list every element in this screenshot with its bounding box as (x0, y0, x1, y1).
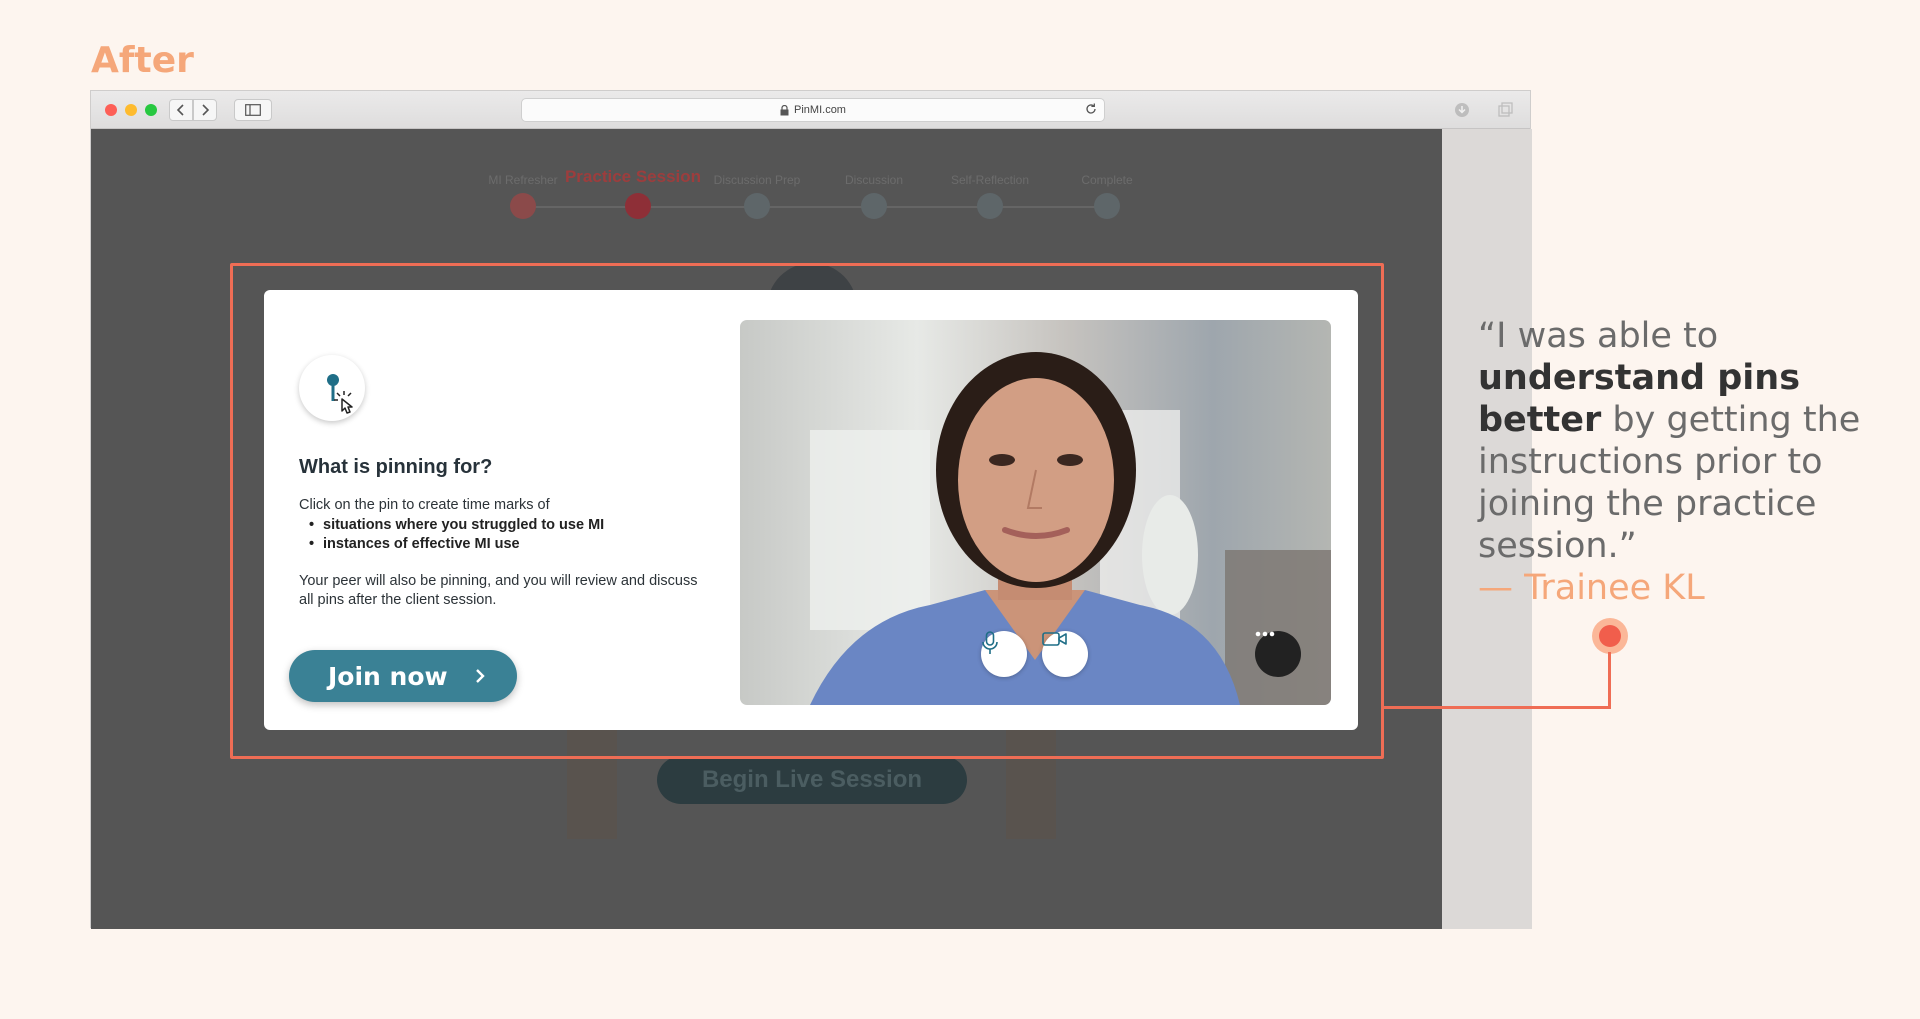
begin-live-session-button[interactable]: Begin Live Session (657, 756, 967, 804)
chevron-right-icon (202, 104, 210, 116)
video-camera-icon (1042, 632, 1067, 646)
chevron-right-icon (475, 669, 485, 683)
lock-icon (780, 104, 789, 115)
connector-line-vertical (1608, 652, 1611, 709)
join-now-label: Join now (328, 661, 448, 691)
step-dot-discussion-prep (744, 193, 770, 219)
step-label-mi-refresher: MI Refresher (488, 173, 558, 187)
more-options-icon (1255, 631, 1275, 637)
url-text: PinMI.com (794, 104, 846, 116)
modal-bullet-list: situations where you struggled to use MI… (309, 516, 604, 554)
testimonial-quote: “I was able to understand pins better by… (1478, 315, 1878, 609)
step-label-practice-session: Practice Session (564, 167, 702, 186)
modal-peer-text: Your peer will also be pinning, and you … (299, 573, 698, 608)
minimize-window-button[interactable] (125, 104, 137, 116)
step-dot-mi-refresher (510, 193, 536, 219)
video-preview (740, 320, 1331, 705)
stepper-track (523, 206, 1103, 208)
modal-title: What is pinning for? (299, 456, 493, 478)
pinning-intro-modal: What is pinning for? Click on the pin to… (264, 290, 1358, 730)
microphone-button[interactable] (981, 631, 1027, 677)
microphone-icon (982, 631, 998, 654)
browser-toolbar: PinMI.com (91, 91, 1530, 129)
more-options-button[interactable] (1255, 631, 1301, 677)
zoom-window-button[interactable] (145, 104, 157, 116)
sidebar-icon (245, 104, 261, 116)
step-dot-self-reflection (977, 193, 1003, 219)
download-icon[interactable] (1453, 101, 1471, 119)
step-dot-practice-session (625, 193, 651, 219)
pin-badge (299, 355, 365, 421)
join-now-button[interactable]: Join now (289, 650, 517, 702)
close-window-button[interactable] (105, 104, 117, 116)
reload-icon[interactable] (1084, 102, 1098, 116)
connector-line-horizontal (1384, 706, 1611, 709)
step-label-self-reflection: Self-Reflection (950, 173, 1030, 187)
page-label: After (91, 40, 194, 81)
participant-video-image (810, 352, 1331, 705)
address-bar[interactable]: PinMI.com (521, 98, 1105, 122)
quote-author: — Trainee KL (1478, 568, 1705, 608)
tabs-overview-icon[interactable] (1497, 101, 1515, 119)
step-dot-complete (1094, 193, 1120, 219)
step-label-discussion-prep: Discussion Prep (713, 173, 801, 187)
chevron-left-icon (176, 104, 184, 116)
list-item: situations where you struggled to use MI (309, 516, 604, 535)
back-button[interactable] (169, 99, 193, 121)
progress-stepper: MI Refresher Practice Session Discussion… (91, 167, 1442, 229)
camera-button[interactable] (1042, 631, 1088, 677)
list-item: instances of effective MI use (309, 535, 604, 554)
step-label-discussion: Discussion (844, 173, 904, 187)
quote-text-start: “I was able to (1478, 316, 1719, 356)
pin-click-icon (327, 374, 353, 414)
step-label-complete: Complete (1081, 173, 1133, 187)
modal-intro-text: Click on the pin to create time marks of (299, 497, 550, 513)
annotation-pin-marker (1592, 618, 1628, 654)
step-dot-discussion (861, 193, 887, 219)
forward-button[interactable] (193, 99, 217, 121)
sidebar-toggle-button[interactable] (234, 99, 272, 121)
